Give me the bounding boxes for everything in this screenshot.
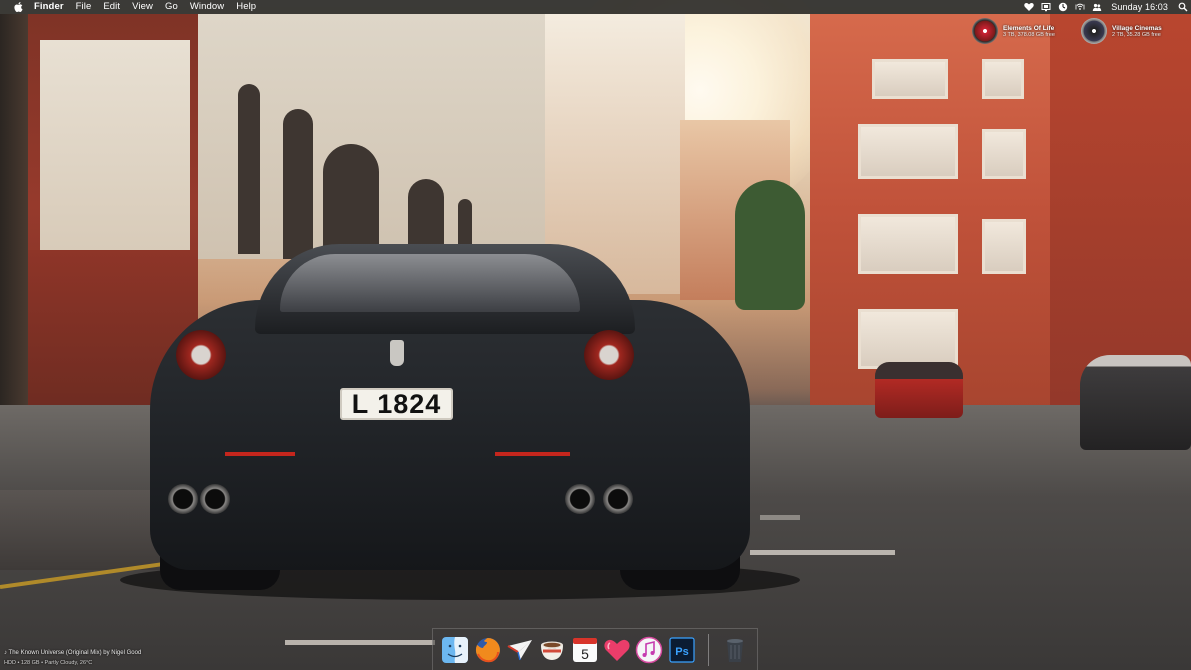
arch-window bbox=[238, 84, 260, 254]
building-window bbox=[858, 214, 958, 274]
dock: 5 Ps bbox=[432, 628, 758, 670]
menu-go[interactable]: Go bbox=[159, 0, 184, 14]
dock-caffeine[interactable] bbox=[538, 635, 566, 665]
dock-trash[interactable] bbox=[721, 635, 749, 665]
road-marking bbox=[750, 550, 895, 555]
exhaust-pipe bbox=[603, 484, 633, 514]
desktop-drive[interactable]: Elements Of Life 3 TB, 378.08 GB free bbox=[972, 18, 1055, 44]
building-window bbox=[982, 59, 1024, 99]
ferrari-body bbox=[150, 300, 750, 570]
menu-bar: Finder File Edit View Go Window Help Sun… bbox=[0, 0, 1191, 14]
menu-extras: Sunday 16:03 bbox=[1020, 0, 1191, 14]
display-icon[interactable] bbox=[1037, 0, 1054, 14]
building-window bbox=[982, 219, 1026, 274]
dock-sparrow[interactable] bbox=[506, 635, 534, 665]
desktop-drive[interactable]: Village Cinemas 2 TB, 35.28 GB free bbox=[1081, 18, 1162, 44]
search-icon[interactable] bbox=[1174, 0, 1191, 14]
dock-calendar[interactable]: 5 bbox=[570, 635, 598, 665]
menu-file[interactable]: File bbox=[70, 0, 98, 14]
now-playing-text: ♪ The Known Universe (Original Mix) by N… bbox=[4, 650, 142, 656]
parked-grey-car bbox=[1080, 355, 1191, 450]
drive-info: 3 TB, 378.08 GB free bbox=[1003, 31, 1055, 38]
arcade-building bbox=[198, 14, 558, 259]
building-window bbox=[982, 129, 1026, 179]
left-stone-column bbox=[40, 40, 190, 250]
dock-separator bbox=[707, 633, 709, 666]
calendar-day: 5 bbox=[581, 646, 589, 662]
users-icon[interactable] bbox=[1088, 0, 1105, 14]
building-window bbox=[872, 59, 948, 99]
calendar-icon: 5 bbox=[572, 637, 597, 662]
road-marking bbox=[285, 640, 435, 645]
dock-finder[interactable] bbox=[441, 635, 469, 665]
drive-label: Village Cinemas 2 TB, 35.28 GB free bbox=[1112, 25, 1162, 38]
road-marking bbox=[760, 515, 800, 520]
parked-red-car bbox=[875, 362, 963, 418]
right-tail-light bbox=[584, 330, 634, 380]
far-right-building bbox=[1050, 14, 1191, 409]
dock-itunes[interactable] bbox=[635, 635, 663, 665]
desktop-wallpaper: L 1824 bbox=[0, 0, 1191, 670]
right-brake-light bbox=[495, 452, 570, 456]
system-status-text: HDD • 128 GB • Partly Cloudy, 26°C bbox=[4, 660, 93, 666]
menu-edit[interactable]: Edit bbox=[97, 0, 126, 14]
left-tail-light bbox=[176, 330, 226, 380]
itunes-icon bbox=[635, 636, 663, 663]
tree bbox=[735, 180, 805, 310]
right-brick-building bbox=[810, 14, 1050, 409]
wifi-icon[interactable] bbox=[1071, 0, 1088, 14]
drive-info: 2 TB, 35.28 GB free bbox=[1112, 31, 1161, 38]
dock-firefox[interactable] bbox=[473, 635, 501, 665]
sidewalk bbox=[0, 490, 160, 570]
drive-label: Elements Of Life 3 TB, 378.08 GB free bbox=[1003, 25, 1055, 38]
hard-drive-icon bbox=[1081, 18, 1107, 44]
building-window bbox=[858, 124, 958, 179]
menu-finder[interactable]: Finder bbox=[28, 0, 70, 14]
photoshop-icon: Ps bbox=[668, 636, 695, 663]
ferrari-rear-window bbox=[280, 254, 580, 312]
hard-drive-icon bbox=[972, 18, 998, 44]
finder-icon bbox=[442, 636, 469, 663]
heart-app-icon bbox=[604, 639, 630, 661]
trash-icon bbox=[726, 638, 743, 662]
photoshop-label: Ps bbox=[675, 646, 688, 658]
dock-photoshop[interactable]: Ps bbox=[667, 635, 695, 665]
menubar-clock[interactable]: Sunday 16:03 bbox=[1105, 0, 1174, 14]
firefox-icon bbox=[475, 637, 500, 662]
drive-name: Village Cinemas bbox=[1112, 24, 1162, 32]
exhaust-pipe bbox=[565, 484, 595, 514]
prancing-horse-badge bbox=[390, 340, 404, 366]
menu-help[interactable]: Help bbox=[230, 0, 262, 14]
apple-icon[interactable] bbox=[11, 0, 25, 14]
arch-window bbox=[323, 144, 379, 259]
heart-icon[interactable] bbox=[1020, 0, 1037, 14]
drive-name: Elements Of Life bbox=[1003, 24, 1055, 32]
exhaust-pipe bbox=[168, 484, 198, 514]
menu-view[interactable]: View bbox=[126, 0, 159, 14]
dock-heart[interactable] bbox=[603, 635, 631, 665]
paper-plane-icon bbox=[507, 639, 532, 660]
left-brake-light bbox=[225, 452, 295, 456]
coffee-cup-icon bbox=[541, 641, 564, 660]
arch-window bbox=[283, 109, 313, 259]
license-plate: L 1824 bbox=[340, 388, 453, 420]
exhaust-pipe bbox=[200, 484, 230, 514]
building-window bbox=[858, 309, 958, 369]
menu-window[interactable]: Window bbox=[184, 0, 230, 14]
timer-icon[interactable] bbox=[1054, 0, 1071, 14]
